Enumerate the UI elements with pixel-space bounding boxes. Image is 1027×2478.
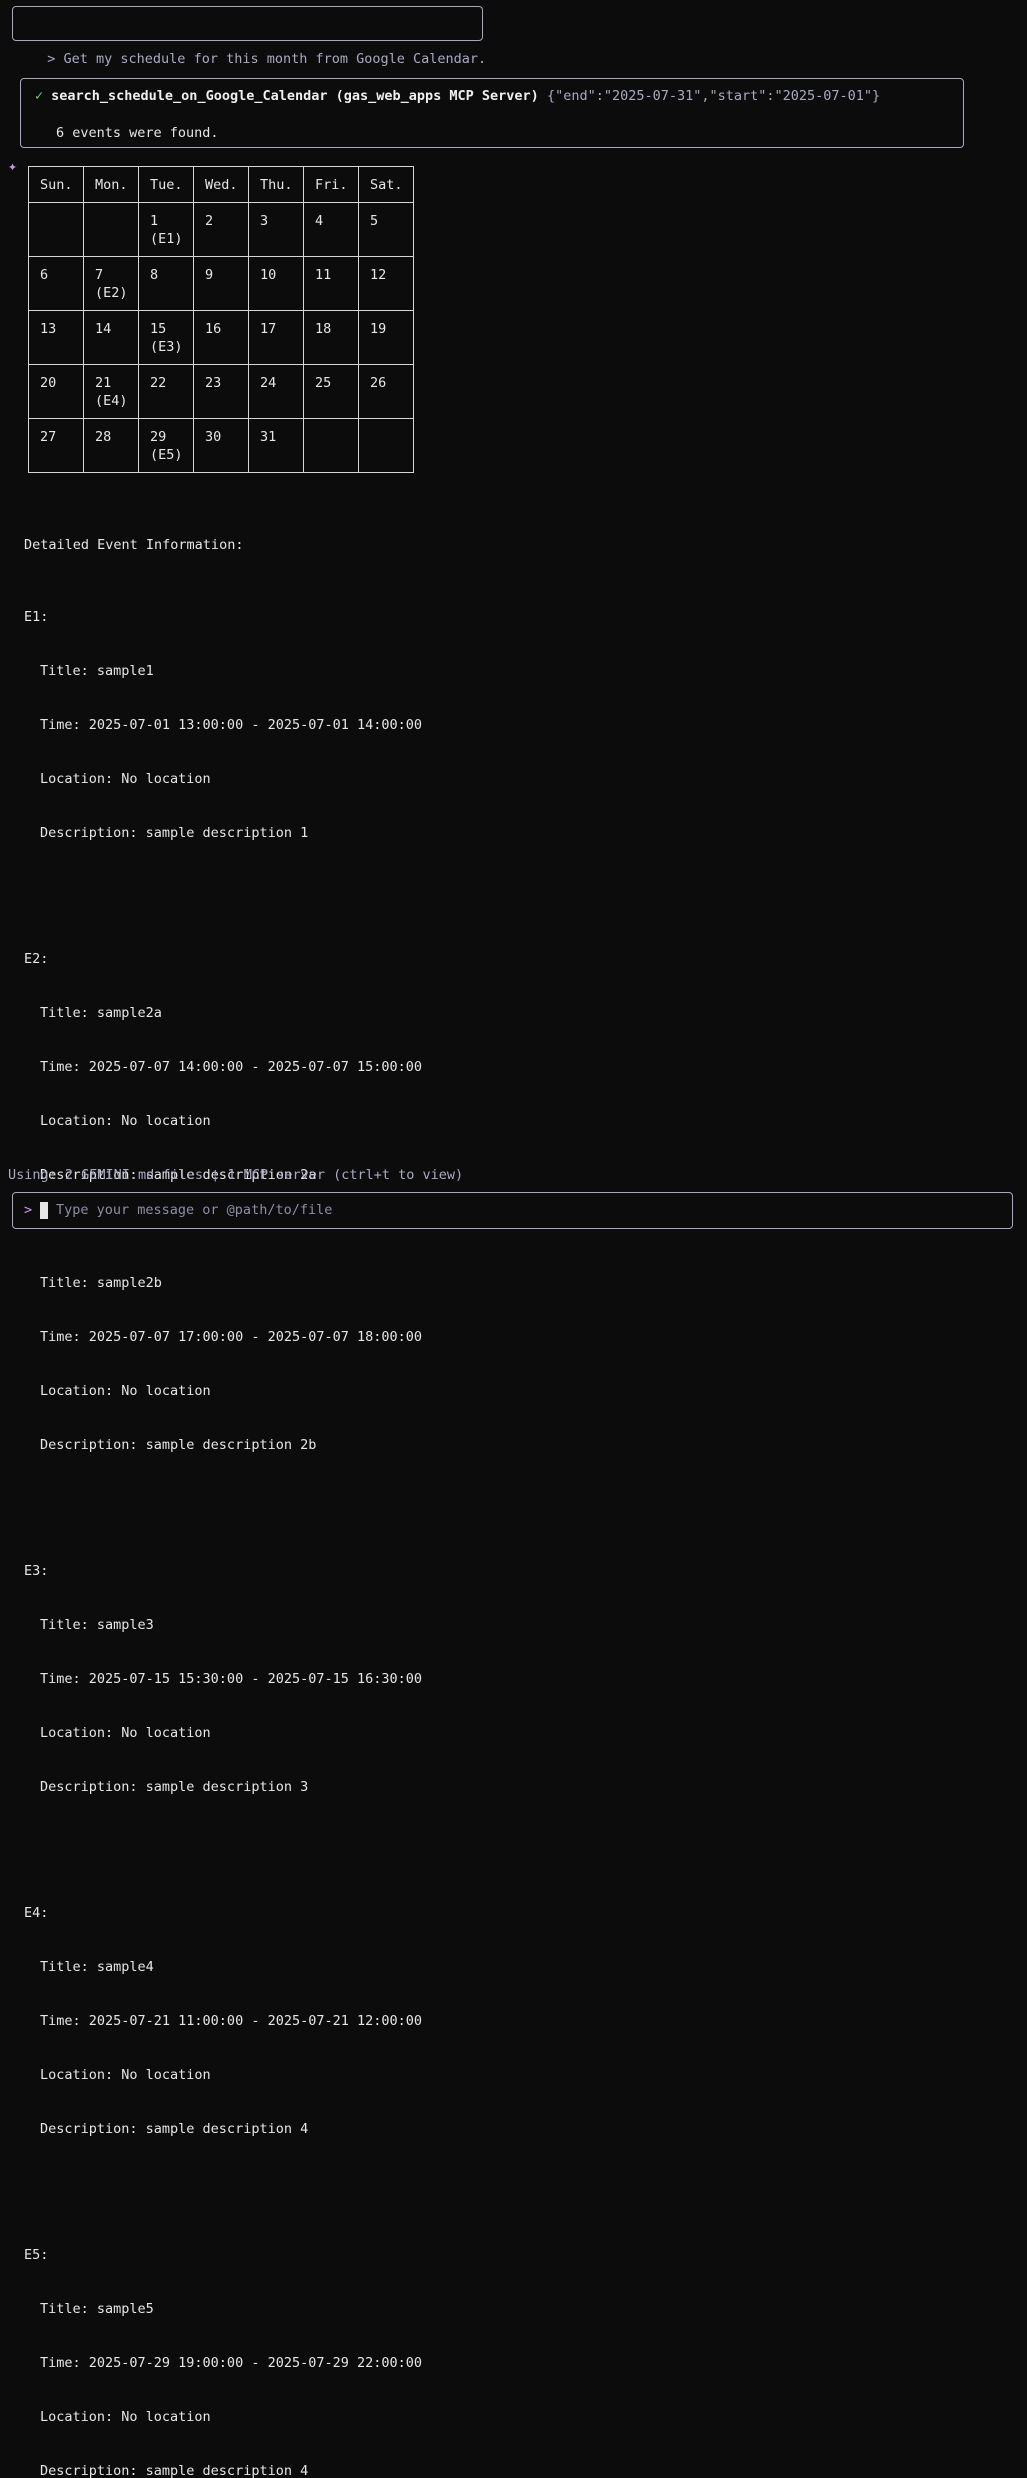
calendar-day-cell: 12 — [358, 256, 414, 311]
status-bar-text: Using: 2 GEMINI.md files ¦ 1 MCP server … — [8, 1167, 464, 1183]
calendar-day-cell: 19 — [358, 310, 414, 365]
calendar-day-cell: 30 — [193, 418, 249, 473]
event-title: Title: sample3 — [40, 1617, 154, 1633]
calendar-day-cell: 25 — [303, 364, 359, 419]
calendar-day-cell: 21 (E4) — [83, 364, 139, 419]
calendar-day-cell: 29 (E5) — [138, 418, 194, 473]
calendar-day-cell: 15 (E3) — [138, 310, 194, 365]
calendar-day-cell: 26 — [358, 364, 414, 419]
calendar-week-row: 27 28 29 (E5) 30 31 — [28, 418, 414, 473]
event-location: Location: No location — [40, 1113, 211, 1129]
user-prompt-message: > Get my schedule for this month from Go… — [12, 6, 486, 67]
tool-call-name: search_schedule_on_Google_Calendar (gas_… — [51, 88, 539, 104]
event-description: Description: sample description 2b — [40, 1437, 317, 1453]
calendar-day-cell: 13 — [28, 310, 84, 365]
calendar-day-cell: 31 — [248, 418, 304, 473]
calendar-day-cell — [83, 202, 139, 257]
calendar-day-cell: 6 — [28, 256, 84, 311]
calendar-day-cell — [303, 418, 359, 473]
calendar-day-cell: 23 — [193, 364, 249, 419]
event-description: Description: sample description 1 — [40, 825, 309, 841]
event-description: Description: sample description 4 — [40, 2121, 309, 2137]
event-label: E5: — [24, 2247, 49, 2263]
tool-call-panel: ✓ search_schedule_on_Google_Calendar (gas… — [20, 78, 964, 148]
calendar-day-cell: 2 — [193, 202, 249, 257]
calendar-day-cell: 5 — [358, 202, 414, 257]
calendar-header-row: Sun. Mon. Tue. Wed. Thu. Fri. Sat. — [28, 166, 414, 203]
event-location: Location: No location — [40, 2409, 211, 2425]
calendar-day-cell: 11 — [303, 256, 359, 311]
details-heading: Detailed Event Information: — [24, 537, 244, 553]
event-time: Time: 2025-07-21 11:00:00 - 2025-07-21 1… — [40, 2013, 423, 2029]
calendar-header-cell: Thu. — [248, 166, 304, 203]
event-label: E1: — [24, 609, 49, 625]
event-title: Title: sample4 — [40, 1959, 154, 1975]
event-time: Time: 2025-07-15 15:30:00 - 2025-07-15 1… — [40, 1671, 423, 1687]
calendar-week-row: 13 14 15 (E3) 16 17 18 19 — [28, 310, 414, 365]
calendar-week-row: 20 21 (E4) 22 23 24 25 26 — [28, 364, 414, 419]
calendar-day-cell: 24 — [248, 364, 304, 419]
event-description: Description: sample description 4 — [40, 2463, 309, 2478]
calendar-header-cell: Mon. — [83, 166, 139, 203]
event-location: Location: No location — [40, 1725, 211, 1741]
user-prompt-text: > Get my schedule for this month from Go… — [47, 51, 487, 67]
calendar-header-cell: Fri. — [303, 166, 359, 203]
event-label: E3: — [24, 1563, 49, 1579]
calendar-day-cell: 17 — [248, 310, 304, 365]
event-time: Time: 2025-07-07 14:00:00 - 2025-07-07 1… — [40, 1059, 423, 1075]
calendar-day-cell: 16 — [193, 310, 249, 365]
checkmark-icon: ✓ — [35, 88, 44, 104]
tool-call-result: 6 events were found. — [56, 125, 219, 141]
event-description: Description: sample description 3 — [40, 1779, 309, 1795]
calendar-header-cell: Sat. — [358, 166, 414, 203]
chat-input-box[interactable]: > — [12, 1192, 1013, 1229]
event-title: Title: sample2a — [40, 1005, 162, 1021]
event-time: Time: 2025-07-01 13:00:00 - 2025-07-01 1… — [40, 717, 423, 733]
calendar-day-cell: 1 (E1) — [138, 202, 194, 257]
calendar-day-cell: 28 — [83, 418, 139, 473]
calendar-day-cell — [28, 202, 84, 257]
tool-call-args: {"end":"2025-07-31","start":"2025-07-01"… — [546, 88, 881, 104]
sparkle-icon: ✦ — [8, 157, 18, 175]
event-location: Location: No location — [40, 2067, 211, 2083]
calendar-day-cell: 7 (E2) — [83, 256, 139, 311]
event-title: Title: sample1 — [40, 663, 154, 679]
event-location: Location: No location — [40, 1383, 211, 1399]
calendar-table: Sun. Mon. Tue. Wed. Thu. Fri. Sat. 1 (E1… — [28, 166, 414, 473]
event-title: Title: sample5 — [40, 2301, 154, 2317]
calendar-day-cell: 22 — [138, 364, 194, 419]
calendar-header-cell: Wed. — [193, 166, 249, 203]
calendar-header-cell: Tue. — [138, 166, 194, 203]
calendar-day-cell: 3 — [248, 202, 304, 257]
tool-call-header: ✓ search_schedule_on_Google_Calendar (gas… — [35, 87, 880, 105]
text-cursor — [40, 1202, 48, 1219]
calendar-week-row: 1 (E1) 2 3 4 5 — [28, 202, 414, 257]
calendar-day-cell: 9 — [193, 256, 249, 311]
calendar-day-cell: 20 — [28, 364, 84, 419]
event-label: E4: — [24, 1905, 49, 1921]
calendar-day-cell: 18 — [303, 310, 359, 365]
calendar-day-cell: 8 — [138, 256, 194, 311]
calendar-day-cell — [358, 418, 414, 473]
event-label: E2: — [24, 951, 49, 967]
event-title: Title: sample2b — [40, 1275, 162, 1291]
event-time: Time: 2025-07-29 19:00:00 - 2025-07-29 2… — [40, 2355, 423, 2371]
event-time: Time: 2025-07-07 17:00:00 - 2025-07-07 1… — [40, 1329, 423, 1345]
calendar-header-cell: Sun. — [28, 166, 84, 203]
input-prompt-symbol: > — [24, 1202, 33, 1218]
calendar-week-row: 6 7 (E2) 8 9 10 11 12 — [28, 256, 414, 311]
calendar-day-cell: 14 — [83, 310, 139, 365]
calendar-day-cell: 27 — [28, 418, 84, 473]
message-input[interactable] — [56, 1193, 956, 1228]
calendar-day-cell: 10 — [248, 256, 304, 311]
event-location: Location: No location — [40, 771, 211, 787]
event-details: Detailed Event Information: E1: Title: s… — [24, 500, 422, 2478]
calendar-day-cell: 4 — [303, 202, 359, 257]
